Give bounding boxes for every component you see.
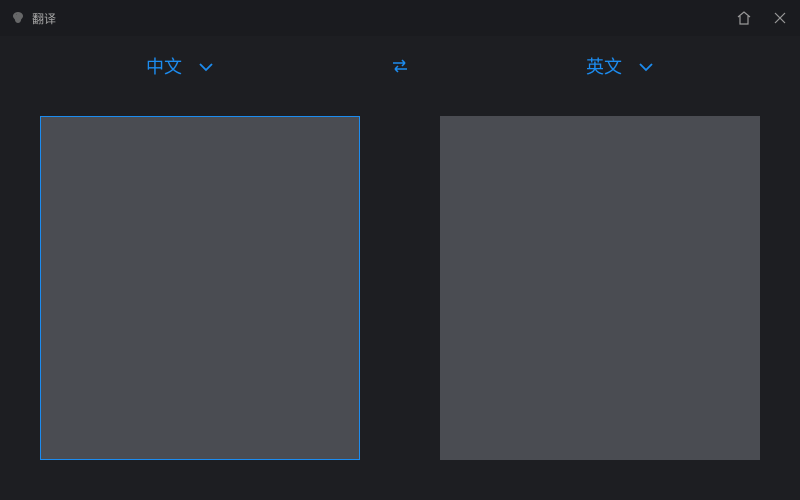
chevron-down-icon (638, 56, 654, 77)
app-title: 翻译 (32, 10, 56, 27)
target-language-select[interactable]: 英文 (440, 53, 800, 79)
close-button[interactable] (770, 8, 790, 28)
translation-panels (0, 96, 800, 480)
source-language-label: 中文 (146, 53, 182, 79)
target-text-panel[interactable] (440, 116, 760, 460)
source-language-select[interactable]: 中文 (0, 53, 360, 79)
target-language-label: 英文 (586, 53, 622, 79)
titlebar-left: 翻译 (10, 10, 56, 27)
titlebar: 翻译 (0, 0, 800, 36)
titlebar-right (734, 8, 790, 28)
home-button[interactable] (734, 8, 754, 28)
swap-languages-button[interactable] (360, 58, 440, 74)
chevron-down-icon (198, 56, 214, 77)
app-icon (10, 10, 26, 26)
language-bar: 中文 英文 (0, 36, 800, 96)
source-text-panel[interactable] (40, 116, 360, 460)
